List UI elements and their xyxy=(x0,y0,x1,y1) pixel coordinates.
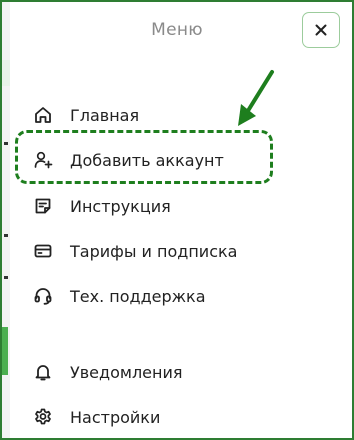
menu-item-label: Главная xyxy=(70,105,140,125)
add-user-icon xyxy=(32,149,54,171)
menu-item-instructions[interactable]: Инструкция xyxy=(32,193,171,219)
menu-item-label: Настройки xyxy=(70,407,161,427)
credit-card-icon xyxy=(32,240,54,262)
gear-icon xyxy=(32,406,54,428)
note-icon xyxy=(32,195,54,217)
menu-item-label: Добавить аккаунт xyxy=(70,150,224,170)
menu-item-notifications[interactable]: Уведомления xyxy=(32,359,183,385)
menu-item-label: Тарифы и подписка xyxy=(70,241,238,261)
menu-item-label: Инструкция xyxy=(70,196,171,216)
menu-panel: Меню Главная Добавить аккаунт Инструкция… xyxy=(0,0,354,440)
menu-list: Главная Добавить аккаунт Инструкция Тари… xyxy=(2,2,352,438)
menu-item-label: Уведомления xyxy=(70,362,183,382)
home-icon xyxy=(32,104,54,126)
menu-item-support[interactable]: Тех. поддержка xyxy=(32,283,206,309)
menu-item-tariffs[interactable]: Тарифы и подписка xyxy=(32,238,237,264)
menu-item-settings[interactable]: Настройки xyxy=(32,404,160,430)
menu-item-add-account[interactable]: Добавить аккаунт xyxy=(32,147,224,173)
menu-item-home[interactable]: Главная xyxy=(32,102,139,128)
menu-item-label: Тех. поддержка xyxy=(70,286,206,306)
bell-icon xyxy=(32,361,54,383)
headset-icon xyxy=(32,285,54,307)
